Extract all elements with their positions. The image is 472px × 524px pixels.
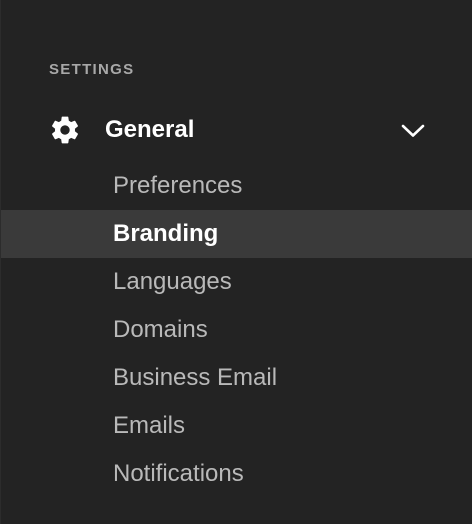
- sidebar-item-label: Domains: [113, 316, 208, 343]
- settings-sidebar: SETTINGS General Preferences Branding La…: [0, 0, 472, 524]
- sidebar-item-business-email[interactable]: Business Email: [1, 354, 472, 402]
- sidebar-item-languages[interactable]: Languages: [1, 258, 472, 306]
- sidebar-item-branding[interactable]: Branding: [1, 210, 472, 258]
- sidebar-item-domains[interactable]: Domains: [1, 306, 472, 354]
- sidebar-item-label: Notifications: [113, 460, 244, 487]
- sidebar-item-preferences[interactable]: Preferences: [1, 162, 472, 210]
- chevron-down-icon[interactable]: [400, 123, 426, 139]
- sidebar-item-label: Preferences: [113, 172, 243, 199]
- sidebar-item-notifications[interactable]: Notifications: [1, 450, 472, 498]
- sidebar-item-label: Languages: [113, 268, 232, 295]
- section-label: SETTINGS: [49, 61, 135, 78]
- general-submenu: Preferences Branding Languages Domains B…: [1, 162, 472, 498]
- general-group-header[interactable]: General: [1, 106, 472, 154]
- gear-icon: [52, 116, 78, 144]
- general-group-title: General: [105, 116, 195, 143]
- sidebar-item-label: Branding: [113, 220, 219, 247]
- sidebar-item-label: Business Email: [113, 364, 278, 391]
- sidebar-item-label: Emails: [113, 412, 186, 439]
- sidebar-item-emails[interactable]: Emails: [1, 402, 472, 450]
